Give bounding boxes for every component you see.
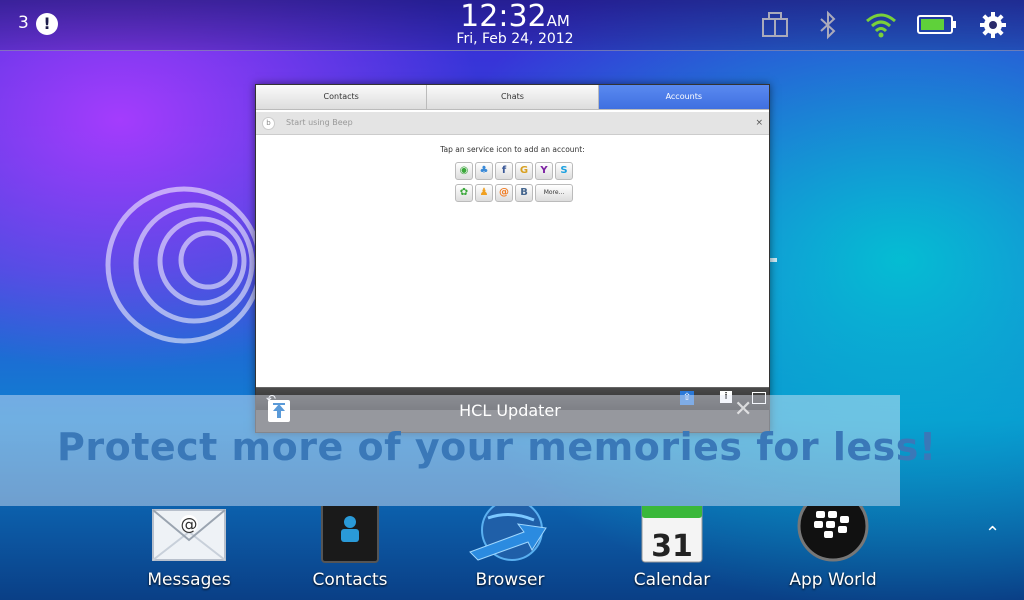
app-window[interactable]: Contacts Chats Accounts b Start using Be… — [255, 84, 770, 433]
promo-text: Protect more of your memories for less! — [57, 425, 937, 469]
clock[interactable]: 12:32AM Fri, Feb 24, 2012 — [450, 0, 580, 46]
facebook-icon[interactable]: f — [495, 162, 513, 180]
contacts-icon — [280, 491, 420, 568]
svg-text:@: @ — [181, 515, 198, 535]
aim-icon[interactable]: ♟ — [475, 184, 493, 202]
tab-bar: Contacts Chats Accounts — [256, 85, 769, 110]
updater-close-icon[interactable]: ✕ — [734, 397, 752, 422]
beep-banner[interactable]: b Start using Beep × — [256, 112, 769, 135]
vkontakte-icon[interactable]: B — [515, 184, 533, 202]
beep-banner-close-icon[interactable]: × — [755, 112, 763, 134]
clock-date: Fri, Feb 24, 2012 — [456, 31, 574, 47]
dock-label-contacts: Contacts — [312, 570, 388, 590]
dock-label-app-world: App World — [789, 570, 877, 590]
whatsapp-icon[interactable]: ◉ — [455, 162, 473, 180]
browser-icon — [440, 499, 580, 568]
calendar-day-text: 31 — [651, 529, 693, 564]
clock-time: 12:32 — [460, 0, 547, 34]
tab-accounts[interactable]: Accounts — [598, 85, 769, 109]
wifi-icon[interactable] — [864, 10, 898, 44]
beep-logo-icon: b — [262, 117, 275, 130]
mailru-icon[interactable]: @ — [495, 184, 513, 202]
service-icons-grid: ◉ ♣ f G Y S ✿ ♟ @ B More... — [454, 160, 574, 204]
accounts-instruction: Tap an service icon to add an account: — [440, 145, 585, 154]
wallpaper-logo — [102, 175, 263, 364]
icq-icon[interactable]: ✿ — [455, 184, 473, 202]
battery-icon[interactable] — [916, 10, 958, 44]
beep-banner-text: Start using Beep — [286, 118, 353, 127]
multitask-icon[interactable] — [760, 10, 790, 44]
tab-contacts[interactable]: Contacts — [256, 85, 428, 109]
dock-label-browser: Browser — [475, 570, 545, 590]
msn-icon[interactable]: ♣ — [475, 162, 493, 180]
app-world-icon — [763, 490, 903, 568]
status-bar: 3 ! 12:32AM Fri, Feb 24, 2012 — [0, 0, 1024, 51]
more-services-button[interactable]: More... — [535, 184, 573, 202]
clock-ampm: AM — [546, 12, 570, 30]
calendar-icon: 31 — [602, 499, 742, 568]
alert-icon[interactable]: ! — [36, 13, 58, 35]
google-icon[interactable]: G — [515, 162, 533, 180]
dock-label-calendar: Calendar — [633, 570, 711, 590]
settings-icon[interactable] — [978, 10, 1008, 44]
bluetooth-icon[interactable] — [818, 10, 838, 44]
skype-icon[interactable]: S — [555, 162, 573, 180]
notification-count[interactable]: 3 — [18, 13, 29, 33]
hcl-updater-banner[interactable]: HCL Updater ✕ Protect more of your memor… — [0, 395, 936, 506]
messages-icon: @ — [119, 506, 259, 568]
updater-title: HCL Updater — [459, 401, 561, 420]
app-dock: @ Messages Contacts Browser 31 Calendar … — [0, 490, 1024, 600]
tab-chats[interactable]: Chats — [427, 85, 599, 109]
updater-app-icon — [268, 400, 290, 422]
dock-expand-chevron-icon[interactable]: ⌃ — [985, 523, 1000, 544]
yahoo-icon[interactable]: Y — [535, 162, 553, 180]
dock-label-messages: Messages — [147, 570, 231, 590]
